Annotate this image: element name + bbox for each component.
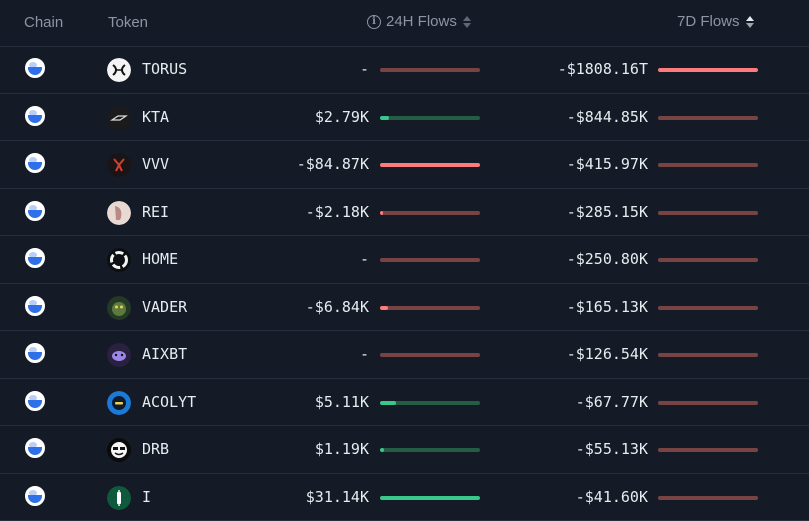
info-icon[interactable]: i [367, 14, 381, 29]
base-chain-icon [25, 153, 45, 173]
flow-24h-value: - [359, 250, 369, 268]
base-chain-icon [25, 105, 45, 126]
flow-7d-value: -$1808.16T [557, 60, 648, 78]
flow-24h-bar [380, 210, 480, 215]
flow-24h-bar [380, 495, 480, 500]
flow-7d-value: -$126.54K [566, 345, 648, 363]
flow-7d-bar [658, 163, 758, 167]
table-row[interactable]: VVV -$84.87K -$415.97K [0, 141, 809, 189]
base-chain-icon [25, 485, 45, 506]
column-header-24h-label: 24H Flows [386, 13, 457, 30]
flow-24h-bar [380, 258, 480, 262]
flow-24h-value: $5.11K [314, 392, 369, 411]
base-chain-icon [25, 438, 45, 458]
flow-7d-bar [658, 400, 758, 405]
column-header-token[interactable]: Token [108, 14, 148, 31]
vader-logo-icon [107, 295, 131, 320]
flow-7d-value: -$250.80K [566, 250, 648, 268]
rei-logo-icon [107, 200, 131, 225]
token-symbol[interactable]: HOME [142, 250, 178, 268]
home-logo-icon [107, 248, 131, 272]
column-header-7d-label: 7D Flows [677, 13, 740, 30]
flow-7d-value: -$41.60K [575, 487, 648, 506]
base-chain-icon [25, 248, 45, 268]
flow-24h-value: $2.79K [314, 107, 369, 126]
flow-24h-value: - [359, 345, 369, 363]
flow-7d-bar-fill [658, 68, 758, 72]
aixbt-logo-icon [107, 343, 131, 367]
table-header: Chain Token i 24H Flows 7D Flows [0, 0, 809, 47]
flow-24h-bar [380, 305, 480, 310]
column-header-24h-flows[interactable]: i 24H Flows [367, 13, 471, 30]
table-row[interactable]: I $31.14K -$41.60K [0, 474, 809, 521]
acolyt-logo-icon [107, 390, 131, 415]
token-symbol[interactable]: VADER [142, 298, 187, 316]
table-row[interactable]: HOME - -$250.80K [0, 236, 809, 284]
flow-24h-bar-fill [380, 210, 383, 215]
flow-7d-value: -$55.13K [575, 440, 648, 458]
base-chain-icon [25, 295, 45, 316]
flow-24h-value: -$2.18K [305, 202, 369, 221]
token-symbol[interactable]: I [142, 488, 151, 506]
flow-7d-bar [658, 353, 758, 357]
sort-icon[interactable] [462, 15, 471, 28]
token-symbol[interactable]: REI [142, 203, 169, 221]
token-symbol[interactable]: KTA [142, 108, 169, 126]
token-symbol[interactable]: ACOLYT [142, 393, 196, 411]
flow-24h-bar-fill [380, 115, 389, 120]
table-row[interactable]: TORUS - -$1808.16T [0, 46, 809, 94]
flow-24h-value: $31.14K [305, 487, 369, 506]
flow-24h-bar [380, 353, 480, 357]
token-symbol[interactable]: VVV [142, 155, 169, 173]
flow-24h-value: -$84.87K [296, 155, 369, 173]
flow-24h-bar-fill [380, 305, 388, 310]
flow-24h-bar [380, 163, 480, 167]
flow-7d-bar [658, 68, 758, 72]
flow-7d-value: -$415.97K [566, 155, 648, 173]
token-symbol[interactable]: AIXBT [142, 345, 187, 363]
kta-logo-icon [107, 105, 131, 130]
base-chain-icon [25, 200, 45, 221]
flow-24h-bar-fill [380, 495, 480, 500]
table-row[interactable]: KTA $2.79K -$844.85K [0, 94, 809, 141]
table-row[interactable]: VADER -$6.84K -$165.13K [0, 284, 809, 331]
flow-24h-value: - [359, 60, 369, 78]
base-chain-icon [25, 58, 45, 78]
token-symbol[interactable]: DRB [142, 440, 169, 458]
table-row[interactable]: DRB $1.19K -$55.13K [0, 426, 809, 474]
column-header-chain[interactable]: Chain [24, 14, 63, 31]
flow-24h-bar [380, 448, 480, 452]
flows-table: Chain Token i 24H Flows 7D Flows TORUS - -… [0, 0, 809, 521]
flow-7d-value: -$844.85K [566, 107, 648, 126]
flow-7d-bar [658, 305, 758, 310]
flow-24h-value: $1.19K [314, 440, 369, 458]
base-chain-icon [25, 343, 45, 363]
flow-7d-value: -$67.77K [575, 392, 648, 411]
table-row[interactable]: REI -$2.18K -$285.15K [0, 189, 809, 236]
flow-7d-value: -$285.15K [566, 202, 648, 221]
flow-7d-bar [658, 115, 758, 120]
flow-24h-bar-fill [380, 400, 396, 405]
flow-7d-bar [658, 210, 758, 215]
flow-7d-bar [658, 448, 758, 452]
drb-logo-icon [107, 438, 131, 462]
flow-7d-value: -$165.13K [566, 297, 648, 316]
flow-24h-bar-fill [380, 448, 384, 452]
table-row[interactable]: ACOLYT $5.11K -$67.77K [0, 379, 809, 426]
token-symbol[interactable]: TORUS [142, 60, 187, 78]
flow-7d-bar [658, 258, 758, 262]
flow-24h-bar [380, 68, 480, 72]
flow-7d-bar [658, 495, 758, 500]
flow-24h-bar [380, 115, 480, 120]
flow-24h-bar [380, 400, 480, 405]
flow-24h-bar-fill [380, 163, 480, 167]
base-chain-icon [25, 390, 45, 411]
vvv-logo-icon [107, 153, 131, 177]
sort-icon-active[interactable] [745, 15, 754, 28]
column-header-7d-flows[interactable]: 7D Flows [677, 13, 754, 30]
i-logo-icon [107, 485, 131, 510]
flow-24h-value: -$6.84K [305, 297, 369, 316]
table-row[interactable]: AIXBT - -$126.54K [0, 331, 809, 379]
torus-logo-icon [107, 58, 131, 82]
